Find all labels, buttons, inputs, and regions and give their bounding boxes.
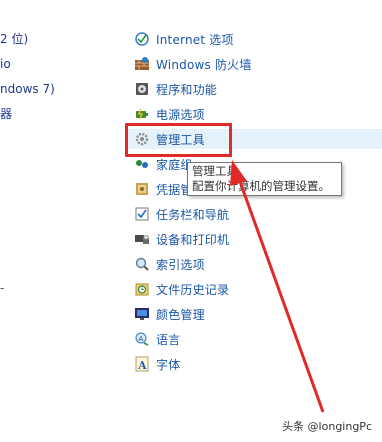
fonts-icon: A [134,356,150,372]
file-history-icon [134,281,150,297]
tooltip-description: 配置你计算机的管理设置。 [192,179,330,193]
left-item[interactable]: 器 [0,106,12,122]
control-panel-item-programs[interactable]: 程序和功能 [134,79,374,99]
left-item[interactable]: io [0,56,11,72]
control-panel-item-color-management[interactable]: 颜色管理 [134,304,374,324]
control-panel-item-taskbar[interactable]: 任务栏和导航 [134,204,374,224]
control-panel-item-label: 任务栏和导航 [156,207,230,222]
control-panel-item-internet-options[interactable]: Internet 选项 [134,29,374,49]
power-icon [134,106,150,122]
control-panel-item-label: 电源选项 [156,107,205,122]
control-panel-item-label: Windows 防火墙 [156,57,252,72]
firewall-icon [134,56,150,72]
control-panel-item-label: 语言 [156,332,181,347]
control-panel-item-label: 索引选项 [156,257,205,272]
internet-options-icon [134,31,150,47]
control-panel-item-label: 字体 [156,357,181,372]
svg-text:A: A [139,335,144,343]
control-panel-item-label: Internet 选项 [156,32,234,47]
control-panel-item-power[interactable]: 电源选项 [134,104,374,124]
control-panel-item-language[interactable]: A 语言 [134,329,374,349]
homegroup-icon [134,156,150,172]
taskbar-icon [134,206,150,222]
control-panel-item-file-history[interactable]: 文件历史记录 [134,279,374,299]
tooltip: 管理工具 配置你计算机的管理设置。 [187,162,342,196]
highlight-box [125,123,232,157]
left-item[interactable]: 2 位) [0,31,28,47]
left-column: 2 位) io ndows 7) 器 - [0,0,120,442]
indexing-icon [134,256,150,272]
control-panel-item-indexing[interactable]: 索引选项 [134,254,374,274]
control-panel-item-label: 文件历史记录 [156,282,230,297]
control-panel-item-label: 设备和打印机 [156,232,230,247]
watermark: 头条 @longingPc [280,418,374,434]
svg-text:A: A [137,359,147,372]
control-panel-item-fonts[interactable]: A 字体 [134,354,374,374]
control-panel-item-firewall[interactable]: Windows 防火墙 [134,54,374,74]
control-panel-item-label: 颜色管理 [156,307,205,322]
tooltip-title: 管理工具 [192,164,238,178]
devices-printers-icon [134,231,150,247]
credential-manager-icon [134,181,150,197]
control-panel-item-label: 程序和功能 [156,82,218,97]
control-panel-item-devices-printers[interactable]: 设备和打印机 [134,229,374,249]
programs-icon [134,81,150,97]
color-management-icon [134,306,150,322]
left-item: - [0,281,5,295]
language-icon: A [134,331,150,347]
left-item[interactable]: ndows 7) [0,81,55,97]
